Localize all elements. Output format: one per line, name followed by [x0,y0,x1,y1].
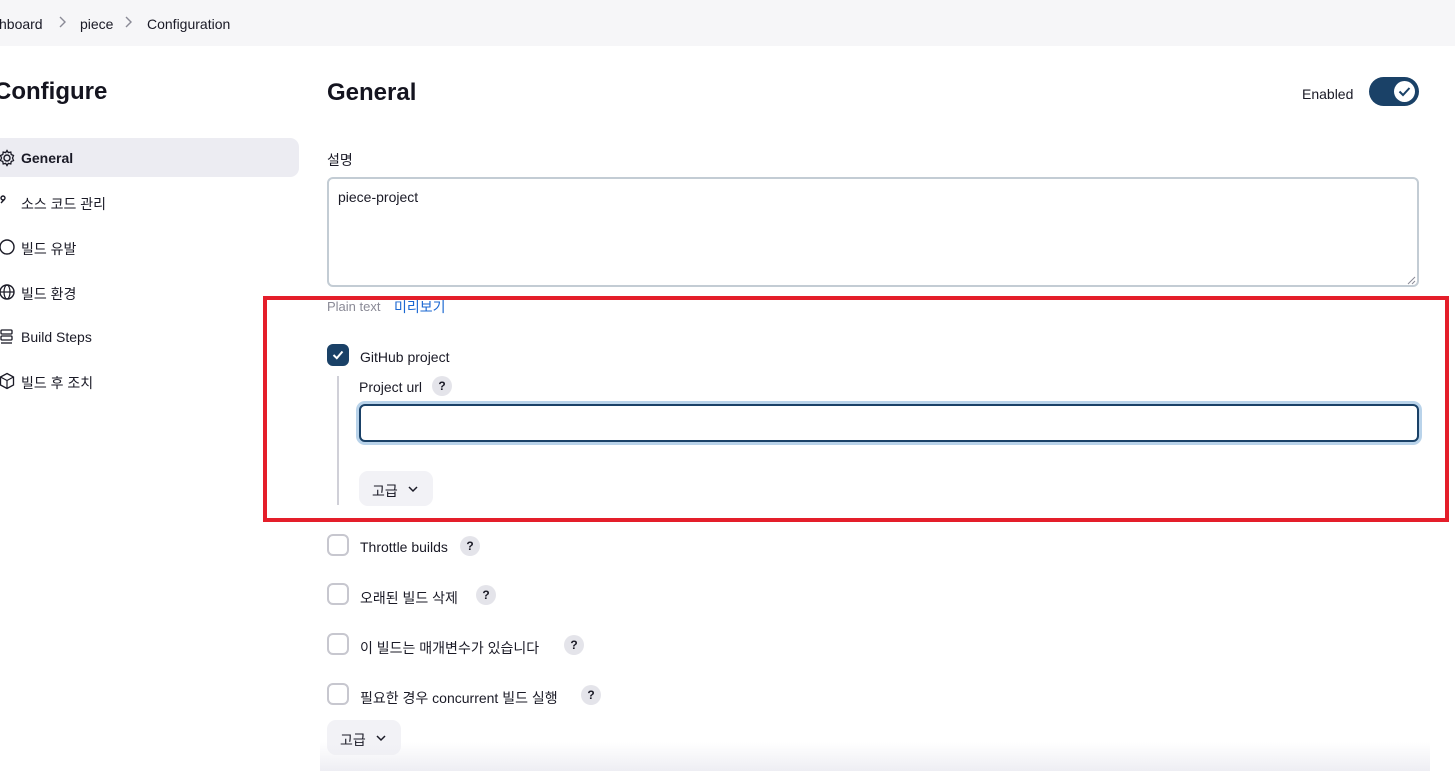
description-label: 설명 [327,152,353,168]
sidebar-item-label: Build Steps [21,329,92,345]
bottom-bar-shadow [320,742,1430,771]
enabled-label: Enabled [1302,86,1354,102]
help-icon[interactable]: ? [432,376,452,396]
resize-handle-icon[interactable] [1405,272,1416,285]
project-url-input[interactable] [359,404,1419,442]
chevron-down-icon [375,732,387,744]
github-project-label: GitHub project [360,349,450,365]
sidebar-item-label: 빌드 환경 [21,286,77,302]
sidebar-item-build-steps[interactable]: Build Steps [0,317,299,356]
throttle-builds-checkbox[interactable] [327,534,349,556]
plain-text-label: Plain text [327,299,381,314]
sidebar-item-label: General [21,150,74,166]
help-icon[interactable]: ? [460,536,480,556]
advanced-label: 고급 [372,483,398,499]
discard-old-builds-checkbox[interactable] [327,583,349,605]
gear-icon [0,149,16,167]
check-icon [332,350,344,360]
github-advanced-button[interactable]: 고급 [359,471,433,506]
parameterized-label: 이 빌드는 매개변수가 있습니다 [360,640,540,656]
cube-icon [0,372,16,390]
list-icon [0,328,16,346]
help-icon[interactable]: ? [476,585,496,605]
breadcrumb-item-dashboard[interactable]: hboard [0,16,43,32]
chevron-right-icon [57,15,69,29]
advanced-label: 고급 [340,732,366,748]
chevron-down-icon [407,483,419,495]
sidebar-item-general[interactable]: General [0,138,299,177]
sidebar-item-label: 빌드 후 조치 [21,375,94,391]
sidebar-item-post-build[interactable]: 빌드 후 조치 [0,361,299,400]
parameterized-checkbox[interactable] [327,633,349,655]
branch-icon [0,193,16,211]
breadcrumb-item-piece[interactable]: piece [80,16,113,32]
help-icon[interactable]: ? [564,635,584,655]
sidebar-item-source-code[interactable]: 소스 코드 관리 [0,182,299,221]
breadcrumb-item-configuration[interactable]: Configuration [147,16,230,32]
concurrent-builds-checkbox[interactable] [327,683,349,705]
throttle-builds-label: Throttle builds [360,539,448,555]
sidebar-title: Configure [0,78,108,105]
discard-old-builds-label: 오래된 빌드 삭제 [360,590,458,606]
enabled-toggle[interactable] [1369,77,1419,106]
sidebar-item-build-triggers[interactable]: 빌드 유발 [0,227,299,266]
globe-icon [0,283,16,301]
nested-section-divider [337,376,339,505]
sidebar-item-label: 소스 코드 관리 [21,196,107,212]
check-icon [1394,81,1415,102]
breadcrumb: hboard piece Configuration [0,0,1455,46]
sidebar-item-build-environment[interactable]: 빌드 환경 [0,272,299,311]
preview-link[interactable]: 미리보기 [394,297,446,317]
description-textarea[interactable]: piece-project [327,177,1419,287]
section-title: General [327,79,417,106]
advanced-button[interactable]: 고급 [327,720,401,755]
concurrent-builds-label: 필요한 경우 concurrent 빌드 실행 [360,690,558,706]
github-project-checkbox[interactable] [327,344,349,366]
clock-icon [0,238,16,256]
help-icon[interactable]: ? [581,685,601,705]
sidebar-item-label: 빌드 유발 [21,241,77,257]
project-url-label: Project url [359,379,423,395]
chevron-right-icon [123,15,135,29]
